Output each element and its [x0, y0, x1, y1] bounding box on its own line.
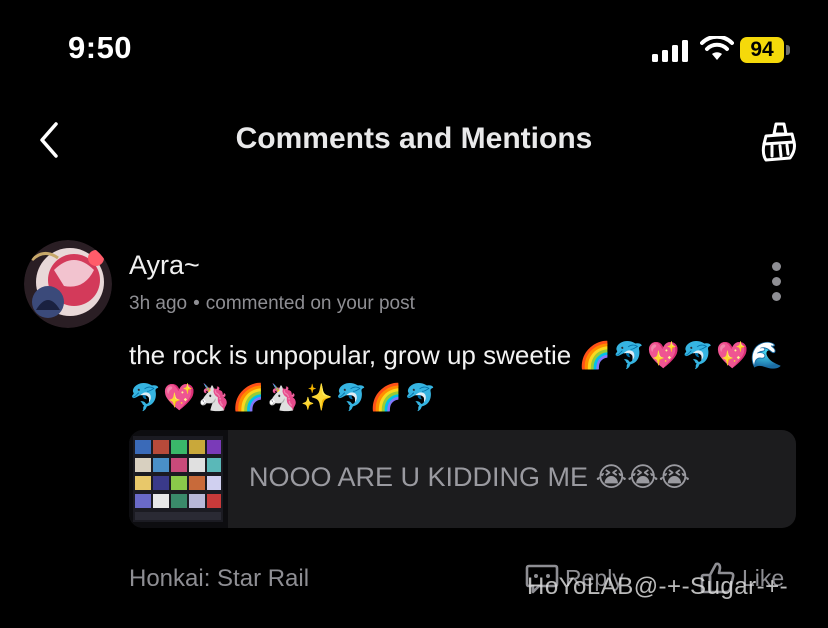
battery-level: 94: [740, 37, 784, 63]
watermark: HoYoLAB@-+-Sugar-+-: [527, 573, 789, 600]
cellular-signal-icon: [652, 40, 688, 62]
battery-tip: [786, 45, 790, 55]
comment-meta: 3h ago • commented on your post: [129, 293, 415, 315]
meta-separator: •: [193, 293, 200, 314]
avatar[interactable]: [24, 240, 112, 328]
battery-indicator: 94: [740, 37, 790, 63]
comment-body: the rock is unpopular, grow up sweetie 🌈…: [129, 334, 799, 418]
status-time: 9:50: [68, 30, 133, 65]
clear-broom-icon[interactable]: [756, 120, 800, 162]
wifi-icon: [700, 36, 734, 60]
comment-username[interactable]: Ayra~: [129, 250, 200, 281]
page-title: Comments and Mentions: [235, 122, 593, 155]
game-tag[interactable]: Honkai: Star Rail: [129, 565, 309, 593]
avatar-image: [24, 240, 112, 328]
comment-text: the rock is unpopular, grow up sweetie: [129, 340, 572, 370]
quoted-post-text: NOOO ARE U KIDDING ME 😭😭😭: [249, 462, 691, 492]
quoted-post-card[interactable]: NOOO ARE U KIDDING ME 😭😭😭: [129, 430, 796, 528]
more-options-icon[interactable]: [764, 262, 788, 306]
comment-action: commented on your post: [205, 293, 415, 314]
comment-time: 3h ago: [129, 293, 188, 314]
post-thumbnail: [129, 430, 228, 528]
